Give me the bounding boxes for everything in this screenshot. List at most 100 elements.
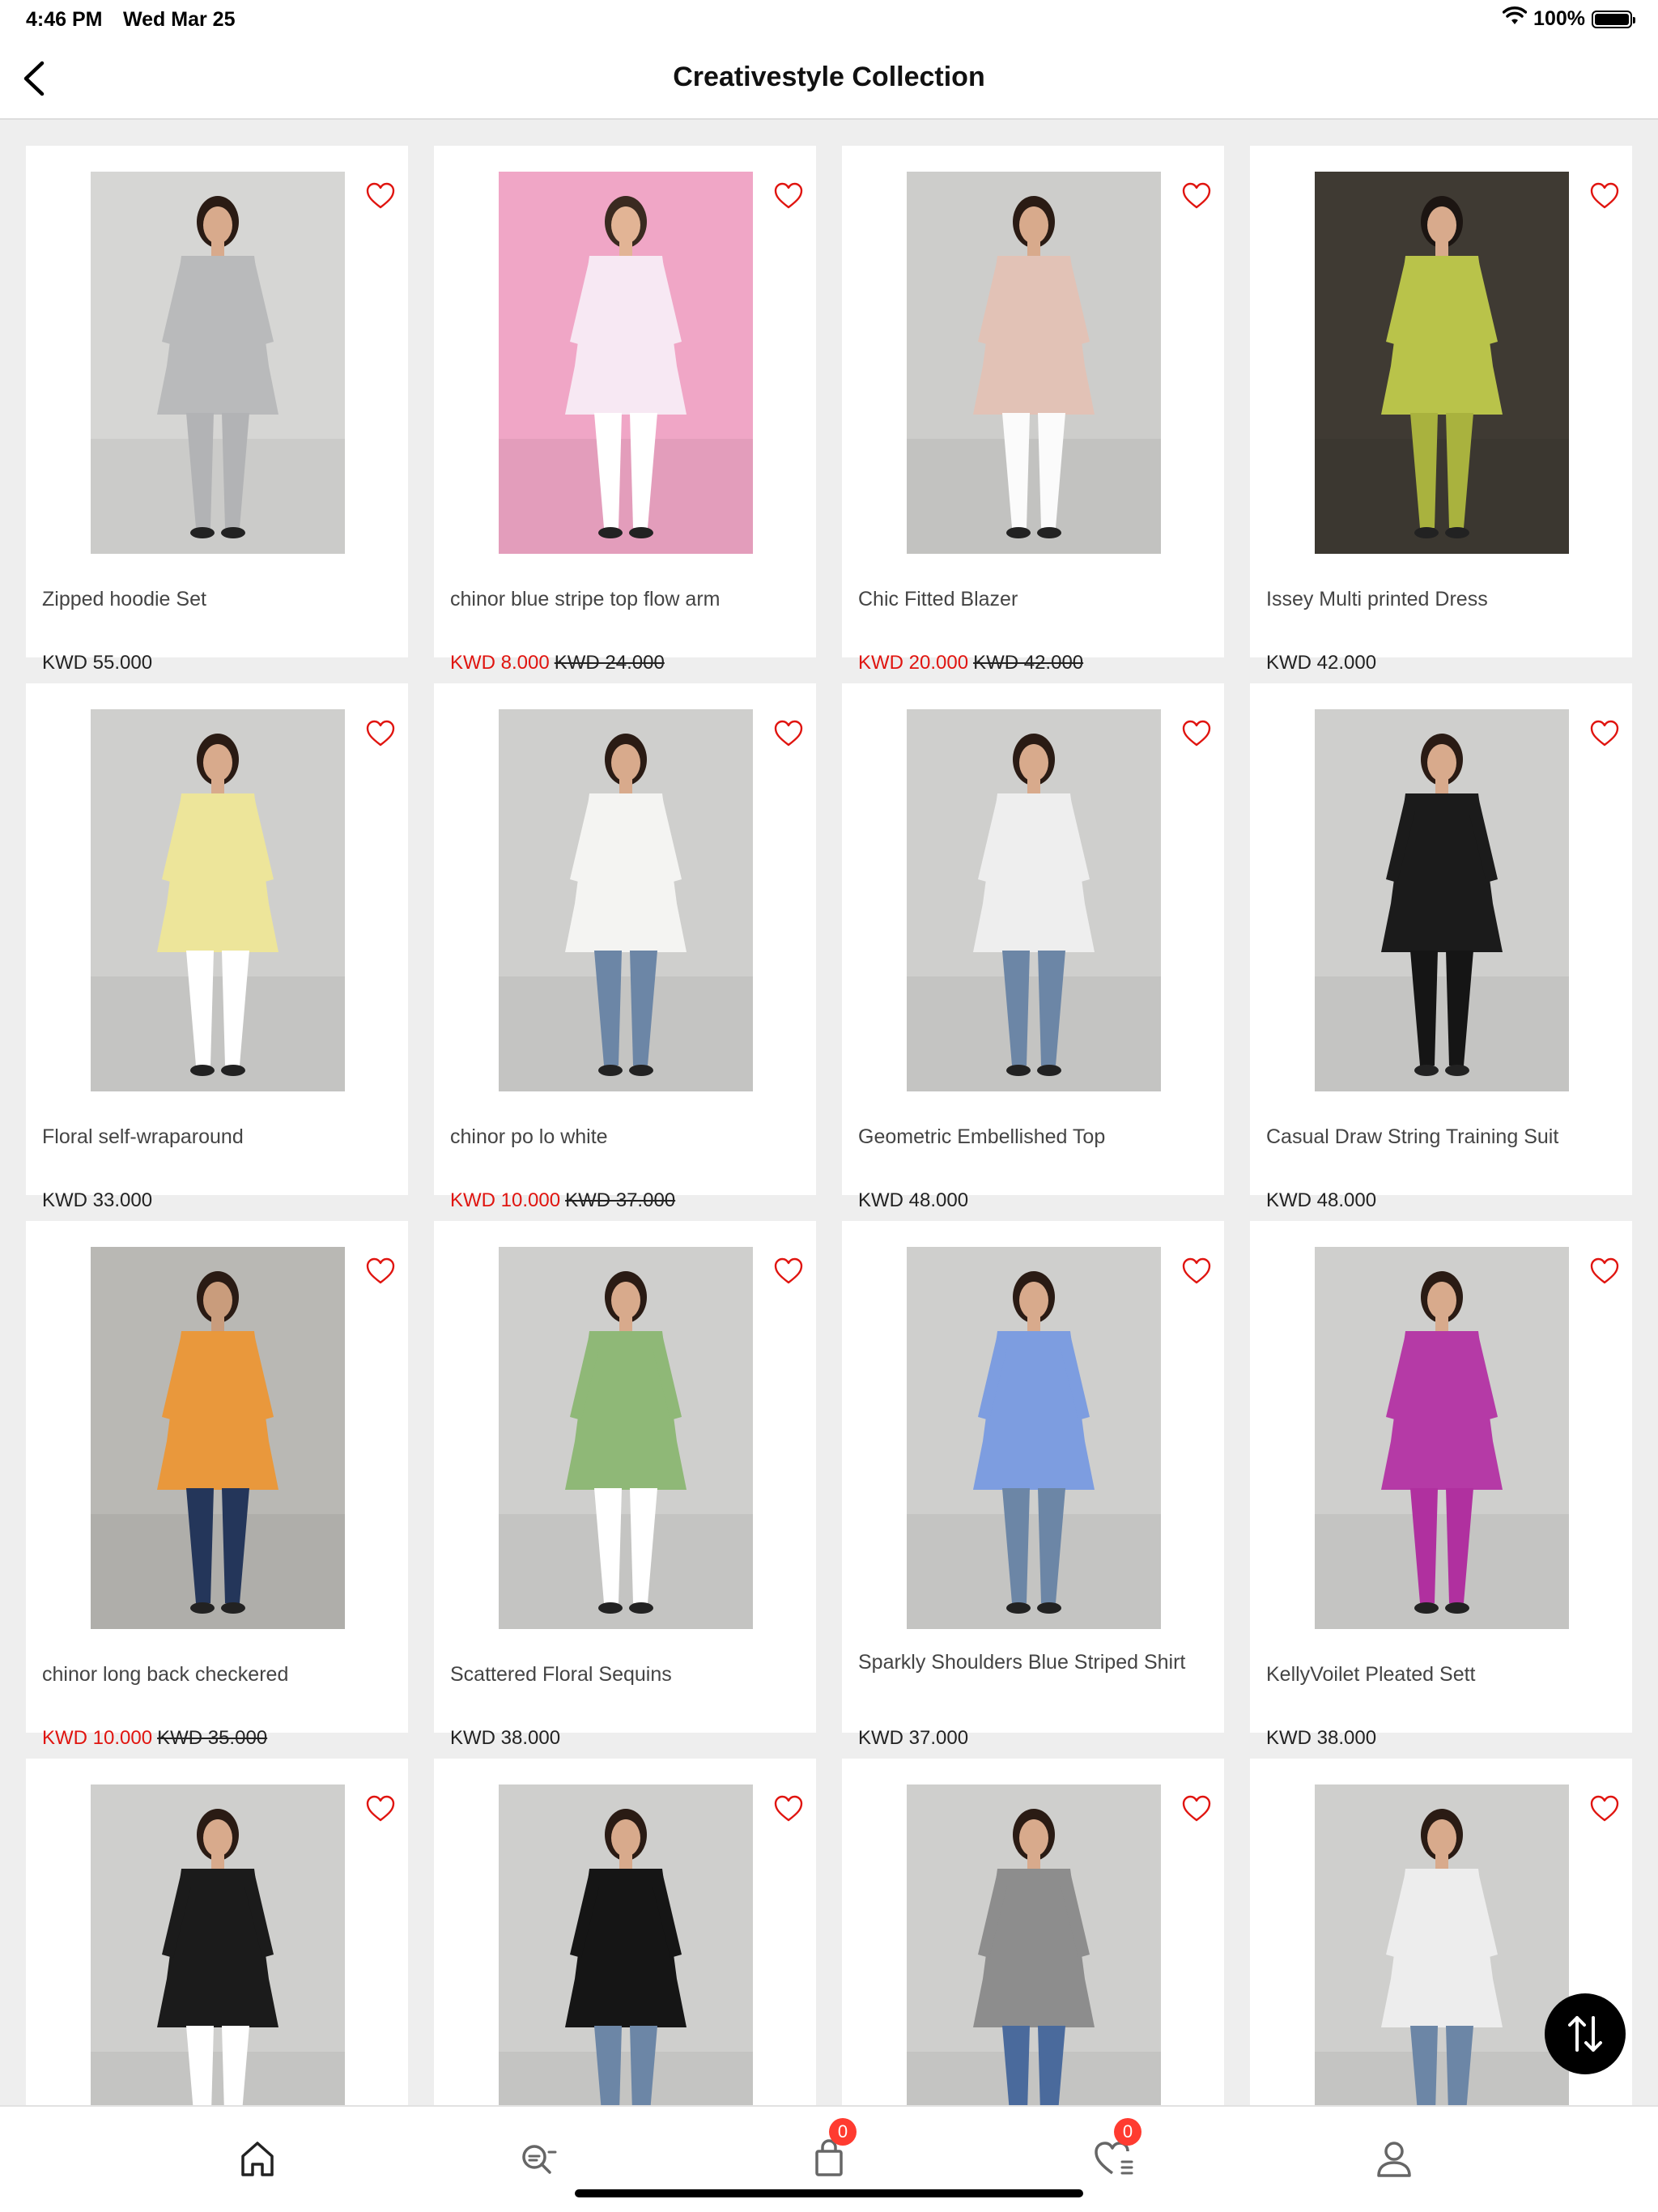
product-price: KWD 38.000	[450, 1727, 560, 1750]
heart-icon	[1182, 1257, 1211, 1284]
sale-price: KWD 8.000	[450, 652, 550, 674]
product-price: KWD 37.000	[858, 1727, 968, 1750]
favorite-button[interactable]	[772, 1255, 805, 1287]
product-card[interactable]: chinor po lo white KWD 10.000 KWD 37.000	[434, 683, 816, 1211]
heart-icon	[774, 720, 803, 747]
product-card[interactable]: Sparkly Shoulders Blue Striped Shirt KWD …	[842, 1221, 1224, 1749]
regular-price: KWD 37.000	[858, 1727, 969, 1749]
product-name: Floral self-wraparound	[42, 1125, 244, 1148]
tab-bar: 0 0	[0, 2105, 1658, 2212]
product-image	[91, 1247, 345, 1629]
product-image	[1315, 172, 1569, 554]
product-name: Casual Draw String Training Suit	[1266, 1125, 1559, 1148]
favorite-button[interactable]	[772, 180, 805, 212]
favorite-button[interactable]	[364, 1255, 397, 1287]
heart-icon	[774, 182, 803, 209]
favorite-button[interactable]	[1588, 717, 1621, 750]
product-card[interactable]: Casual Draw String Training Suit KWD 48.0…	[1250, 683, 1632, 1211]
product-photo[interactable]	[91, 709, 345, 1091]
favorite-button[interactable]	[772, 1793, 805, 1825]
product-photo[interactable]	[1315, 172, 1569, 554]
product-name: chinor po lo white	[450, 1125, 608, 1148]
heart-icon	[1182, 1795, 1211, 1822]
favorite-button[interactable]	[1180, 1255, 1213, 1287]
product-image	[91, 709, 345, 1091]
heart-icon	[1590, 720, 1619, 747]
product-photo[interactable]	[1315, 709, 1569, 1091]
product-card[interactable]: chinor long back checkered KWD 10.000 KWD …	[26, 1221, 408, 1749]
heart-icon	[366, 720, 395, 747]
product-card[interactable]: Scattered Floral Sequins KWD 38.000	[434, 1221, 816, 1749]
favorite-button[interactable]	[1180, 717, 1213, 750]
home-indicator	[575, 2189, 1083, 2197]
product-name: Sparkly Shoulders Blue Striped Shirt	[858, 1651, 1186, 1674]
product-name: Chic Fitted Blazer	[858, 588, 1018, 610]
product-photo[interactable]	[907, 709, 1161, 1091]
tab-search[interactable]	[513, 2134, 562, 2183]
product-name: KellyVoilet Pleated Sett	[1266, 1663, 1476, 1686]
favorite-button[interactable]	[364, 1793, 397, 1825]
sale-price: KWD 10.000	[42, 1727, 153, 1749]
regular-price: KWD 33.000	[42, 1189, 153, 1211]
product-name: Zipped hoodie Set	[42, 588, 206, 610]
search-icon	[522, 2145, 557, 2174]
heart-icon	[774, 1257, 803, 1284]
favorite-button[interactable]	[364, 717, 397, 750]
product-card[interactable]: Geometric Embellished Top KWD 48.000	[842, 683, 1224, 1211]
sale-price: KWD 10.000	[450, 1189, 561, 1211]
nav-bar: Creativestyle Collection	[0, 40, 1658, 120]
favorite-button[interactable]	[1180, 1793, 1213, 1825]
product-price: KWD 55.000	[42, 652, 152, 674]
tab-home[interactable]	[233, 2134, 282, 2183]
favorite-button[interactable]	[772, 717, 805, 750]
favorite-button[interactable]	[1180, 180, 1213, 212]
product-photo[interactable]	[91, 1784, 345, 2105]
favorite-button[interactable]	[1588, 1793, 1621, 1825]
regular-price: KWD 55.000	[42, 652, 153, 674]
favorite-button[interactable]	[1588, 180, 1621, 212]
product-image	[1315, 1784, 1569, 2105]
product-card[interactable]: Zipped hoodie Set KWD 55.000	[26, 146, 408, 674]
product-card[interactable]	[842, 1759, 1224, 2105]
heart-icon	[366, 1257, 395, 1284]
product-photo[interactable]	[907, 172, 1161, 554]
product-image	[499, 1247, 753, 1629]
product-photo[interactable]	[499, 709, 753, 1091]
profile-icon	[1377, 2142, 1411, 2177]
product-card[interactable]	[434, 1759, 816, 2105]
scroll-toggle-button[interactable]	[1545, 1993, 1626, 2074]
regular-price: KWD 38.000	[1266, 1727, 1377, 1749]
product-card[interactable]: Floral self-wraparound KWD 33.000	[26, 683, 408, 1211]
wishlist-badge: 0	[1114, 2118, 1141, 2146]
product-price: KWD 48.000	[858, 1189, 968, 1212]
tab-cart[interactable]: 0	[805, 2118, 857, 2183]
product-photo[interactable]	[907, 1247, 1161, 1629]
product-image	[1315, 1247, 1569, 1629]
product-image	[499, 709, 753, 1091]
tab-wishlist[interactable]: 0	[1090, 2118, 1141, 2183]
product-card[interactable]: KellyVoilet Pleated Sett KWD 38.000	[1250, 1221, 1632, 1749]
product-image	[907, 709, 1161, 1091]
product-image	[91, 1784, 345, 2105]
product-photo[interactable]	[907, 1784, 1161, 2105]
product-photo[interactable]	[91, 1247, 345, 1629]
product-photo[interactable]	[499, 1784, 753, 2105]
product-photo[interactable]	[499, 172, 753, 554]
product-image	[499, 1784, 753, 2105]
product-photo[interactable]	[1315, 1784, 1569, 2105]
product-card[interactable]: Issey Multi printed Dress KWD 42.000	[1250, 146, 1632, 674]
product-card[interactable]: Chic Fitted Blazer KWD 20.000 KWD 42.000	[842, 146, 1224, 674]
heart-icon	[1182, 182, 1211, 209]
product-card[interactable]	[26, 1759, 408, 2105]
tab-profile[interactable]	[1370, 2134, 1418, 2183]
product-grid: Zipped hoodie Set KWD 55.000 chinor blue s…	[0, 120, 1658, 2105]
product-name: Scattered Floral Sequins	[450, 1663, 672, 1686]
favorite-button[interactable]	[1588, 1255, 1621, 1287]
product-photo[interactable]	[91, 172, 345, 554]
product-photo[interactable]	[499, 1247, 753, 1629]
product-price: KWD 10.000 KWD 35.000	[42, 1727, 267, 1750]
status-date: Wed Mar 25	[123, 8, 236, 31]
product-card[interactable]: chinor blue stripe top flow arm KWD 8.000…	[434, 146, 816, 674]
product-photo[interactable]	[1315, 1247, 1569, 1629]
favorite-button[interactable]	[364, 180, 397, 212]
